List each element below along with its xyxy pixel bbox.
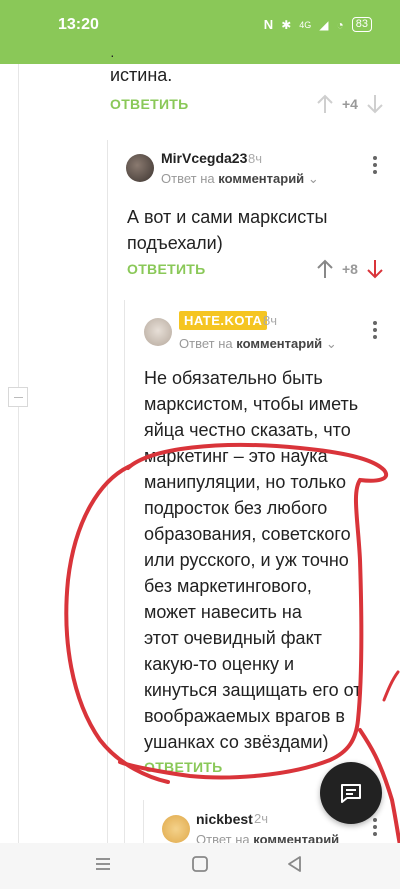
status-icons: N ✱ 4G ◢ ◔ 83 <box>264 17 372 32</box>
meta-prefix: Ответ на <box>196 832 250 843</box>
comment-text-line: подросток без любого <box>144 498 328 518</box>
downvote-icon[interactable] <box>366 94 384 114</box>
comment-text-line: подъехали) <box>127 233 223 253</box>
chevron-down-icon: ⌄ <box>307 171 319 186</box>
nfc-icon: N <box>263 17 274 32</box>
comment-text-line: воображаемых врагов в <box>144 706 345 726</box>
avatar[interactable] <box>126 154 154 182</box>
vote-controls: +4 <box>316 94 384 114</box>
upvote-icon[interactable] <box>316 94 334 114</box>
meta-prefix: Ответ на <box>161 171 215 186</box>
more-menu-icon[interactable] <box>372 156 378 176</box>
status-time: 13:20 <box>58 16 99 33</box>
upvote-icon[interactable] <box>316 259 334 279</box>
comment-time: 2ч <box>254 811 269 826</box>
reply-to-meta[interactable]: Ответ на комментарий ⌄ <box>161 171 319 187</box>
meta-link[interactable]: комментарий <box>218 171 304 186</box>
comment-text-line: какую-то оценку и <box>144 654 295 674</box>
score: +8 <box>342 261 358 277</box>
recents-icon[interactable] <box>94 855 112 873</box>
reply-button[interactable]: ОТВЕТИТЬ <box>144 759 223 775</box>
comment-text-line: Не обязательно быть <box>144 368 323 388</box>
meta-link[interactable]: комментарий <box>253 832 339 843</box>
more-menu-icon[interactable] <box>372 818 378 838</box>
network-label: 4G <box>299 19 312 30</box>
meta-prefix: Ответ на <box>179 336 233 351</box>
thread-line-3 <box>124 300 125 843</box>
avatar[interactable] <box>162 815 190 843</box>
thread-line-4 <box>143 800 144 843</box>
thread-line-2 <box>107 140 108 843</box>
home-icon[interactable] <box>191 855 209 873</box>
comment-text-line: ушанках со звёздами) <box>144 732 329 752</box>
collapse-thread-button[interactable] <box>8 387 28 407</box>
status-bar: 13:20 N ✱ 4G ◢ ◔ 83 <box>0 0 400 64</box>
comment-text: истина. <box>110 65 173 85</box>
comment-text-line: марксистом, чтобы иметь <box>144 394 359 414</box>
comment-time: 8ч <box>263 313 278 328</box>
comment-time: 8ч <box>248 151 263 166</box>
comment-icon <box>341 784 361 803</box>
meta-link[interactable]: комментарий <box>236 336 322 351</box>
comment-text-line: А вот и сами марксисты <box>127 207 328 227</box>
signal-icon: ◢ <box>319 17 329 32</box>
comment-text-line: кинуться защищать его от <box>144 680 362 700</box>
comment-text-line: или русского, и уж точно <box>144 550 349 570</box>
comment-text-line: манипуляции, но только <box>144 472 346 492</box>
battery-icon: 83 <box>351 17 372 32</box>
comment-text-line: может навесить на <box>144 602 302 622</box>
more-menu-icon[interactable] <box>372 321 378 341</box>
downvote-icon[interactable] <box>366 259 384 279</box>
comment-text-line: этот очевидный факт <box>144 628 322 648</box>
comment-body: Не обязательно быть марксистом, чтобы им… <box>144 365 389 755</box>
chevron-down-icon: ⌄ <box>325 336 337 351</box>
comment-text-line: образования, советского <box>144 524 351 544</box>
vote-controls: +8 <box>316 259 384 279</box>
author-name[interactable]: nickbest <box>196 811 253 827</box>
thread-line-1 <box>18 64 19 843</box>
reply-to-meta[interactable]: Ответ на комментарий <box>196 832 339 843</box>
bluetooth-icon: ✱ <box>281 17 292 32</box>
comment-text-line: яйца честно сказать, что <box>144 420 351 440</box>
back-icon[interactable] <box>286 855 304 873</box>
reply-to-meta[interactable]: Ответ на комментарий ⌄ <box>179 336 337 352</box>
comment-text-line: маркетинг – это наука <box>144 446 328 466</box>
author-name[interactable]: HATE.KOTA <box>179 311 268 330</box>
reply-button[interactable]: ОТВЕТИТЬ <box>110 96 189 112</box>
comment-text-line: без маркетингового, <box>144 576 312 596</box>
author-name[interactable]: MirVcegda23 <box>161 150 247 166</box>
score: +4 <box>342 96 358 112</box>
write-comment-button[interactable] <box>320 762 382 824</box>
reply-button[interactable]: ОТВЕТИТЬ <box>127 261 206 277</box>
avatar[interactable] <box>144 318 172 346</box>
wifi-icon: ◔ <box>336 17 344 32</box>
system-navbar <box>0 843 400 889</box>
